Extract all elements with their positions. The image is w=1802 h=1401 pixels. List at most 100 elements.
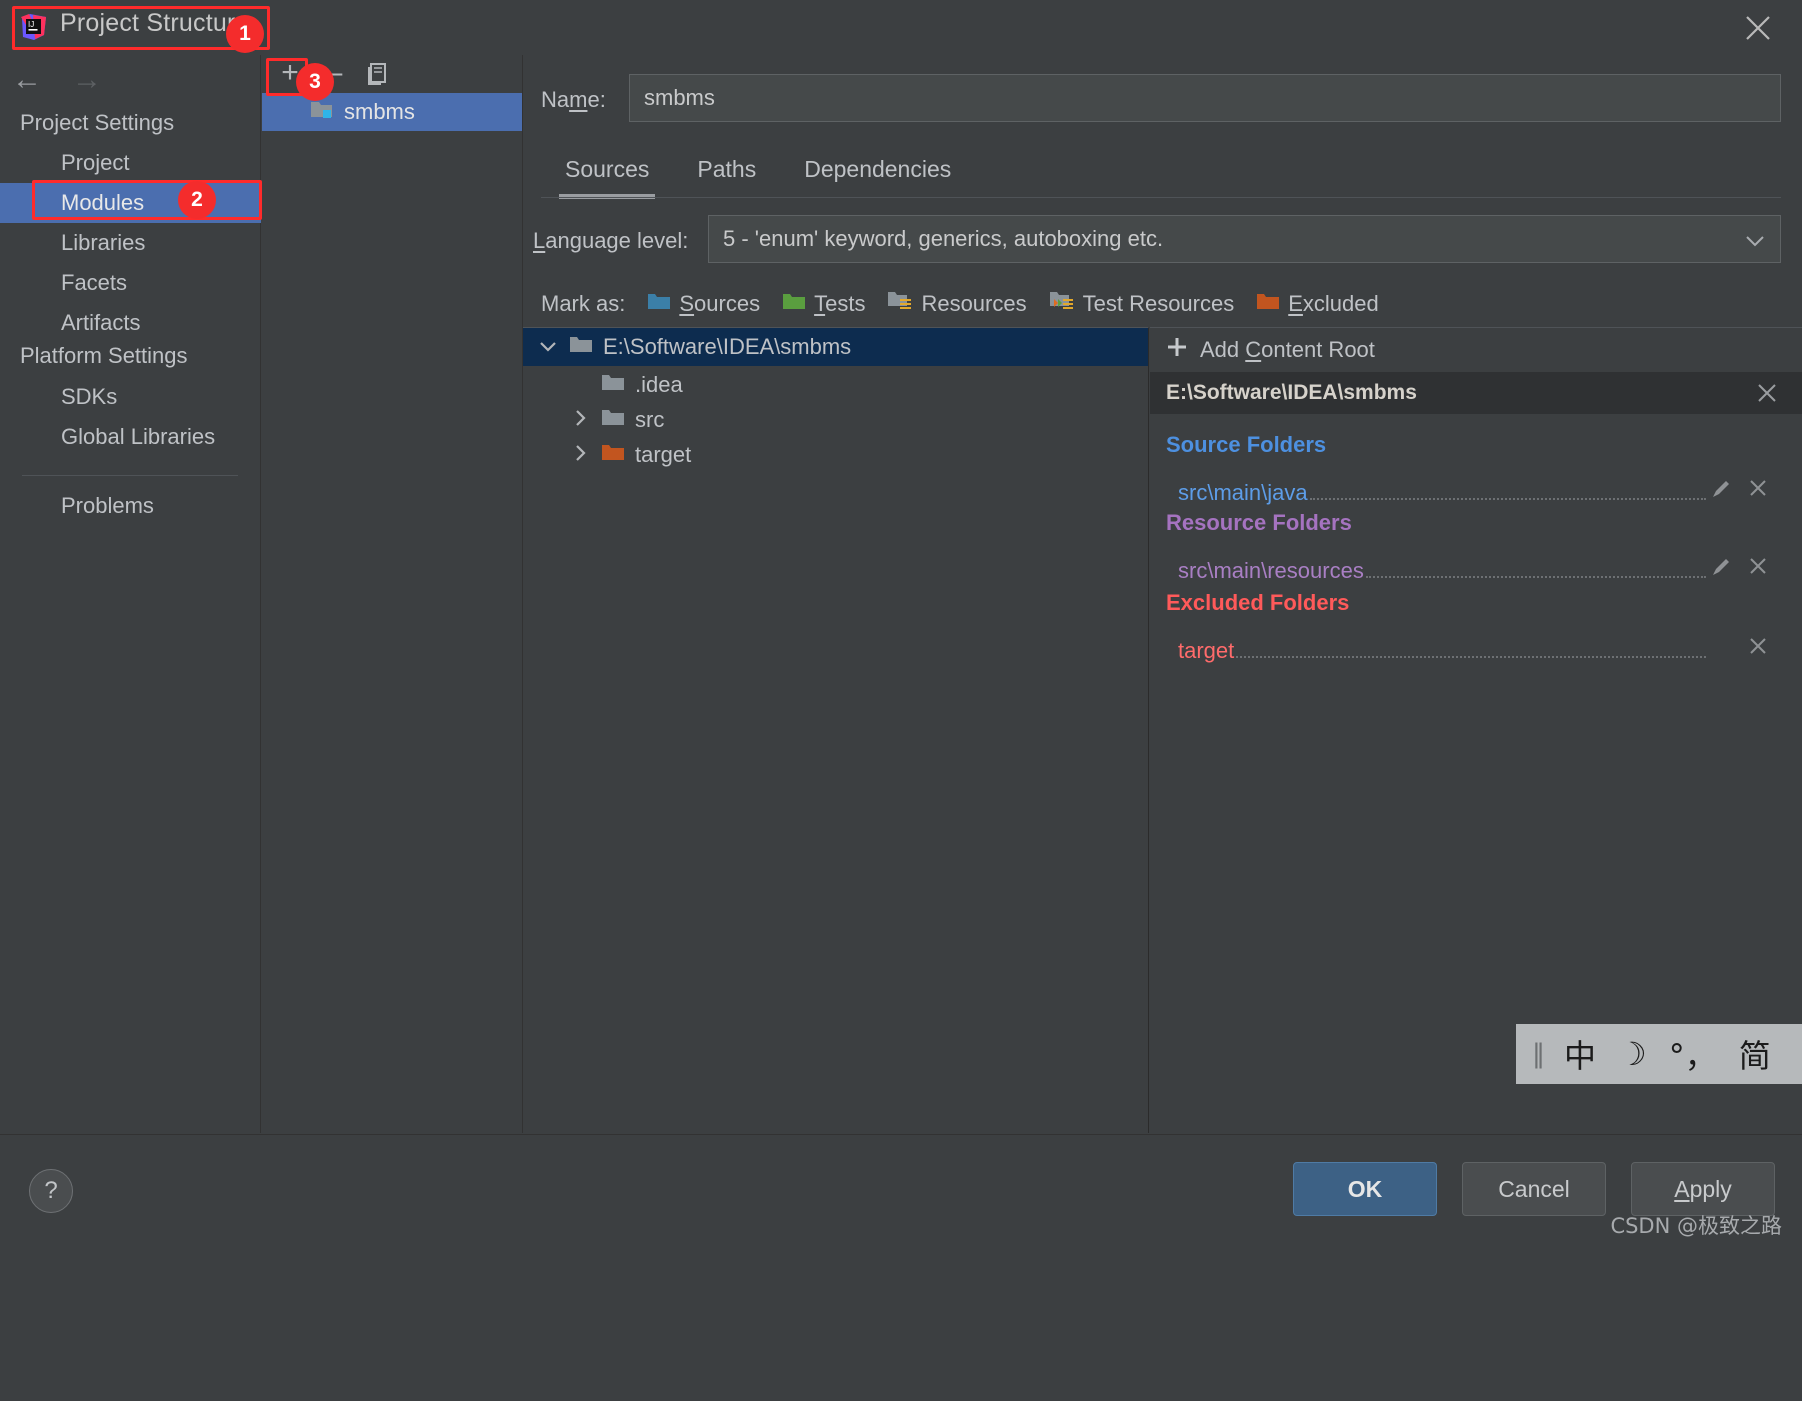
tab-divider <box>541 197 1781 198</box>
ime-drag-handle[interactable]: ‖ <box>1532 1039 1545 1069</box>
dotted-leader <box>1309 498 1706 500</box>
chevron-down-icon[interactable] <box>535 337 561 357</box>
ime-mode-toggle[interactable]: 中 <box>1564 1031 1596 1077</box>
folder-icon <box>569 334 593 360</box>
annotation-badge-1: 1 <box>226 15 264 53</box>
sidebar-item-project[interactable]: Project <box>0 143 261 183</box>
sidebar-divider <box>22 475 238 476</box>
close-icon[interactable] <box>1746 554 1770 584</box>
sidebar-item-global-libraries[interactable]: Global Libraries <box>0 417 261 457</box>
help-button[interactable]: ? <box>29 1169 73 1213</box>
module-list-item-smbms[interactable]: smbms <box>262 93 522 131</box>
arrow-right-icon[interactable]: → <box>72 65 102 95</box>
content-root-path: E:\Software\IDEA\smbms <box>1166 381 1417 404</box>
dialog-title: Project Structure <box>60 9 250 37</box>
watermark: CSDN @极致之路 <box>1610 1214 1782 1238</box>
language-level-label: Language level: <box>533 228 689 253</box>
language-level-value: 5 - 'enum' keyword, generics, autoboxing… <box>723 226 1164 251</box>
intellij-idea-logo-icon: IJ <box>20 13 48 41</box>
mark-as-resources-button[interactable]: Resources <box>887 290 1027 318</box>
sidebar-item-artifacts[interactable]: Artifacts <box>0 303 261 343</box>
content-root-tree[interactable]: E:\Software\IDEA\smbms .idea src target <box>523 327 1149 1133</box>
mark-as-sources-button[interactable]: Sources <box>647 291 760 317</box>
sidebar-item-problems[interactable]: Problems <box>0 486 261 526</box>
sidebar-item-label: Project <box>61 150 130 175</box>
svg-text:IJ: IJ <box>28 20 34 29</box>
mark-as-label: Mark as: <box>541 291 626 316</box>
folder-excluded-icon <box>1256 291 1280 317</box>
sidebar-item-label: Global Libraries <box>61 424 216 449</box>
module-name-input[interactable] <box>629 74 1781 122</box>
add-content-root-button[interactable]: Add Content Root <box>1150 328 1802 372</box>
plus-icon <box>1166 336 1188 364</box>
tree-row-content-root[interactable]: E:\Software\IDEA\smbms <box>523 328 1148 366</box>
folder-icon <box>601 372 625 398</box>
sidebar-item-libraries[interactable]: Libraries <box>0 223 261 263</box>
sidebar-item-label: Artifacts <box>61 310 141 335</box>
cancel-button[interactable]: Cancel <box>1462 1162 1606 1216</box>
chevron-right-icon[interactable] <box>567 444 593 467</box>
close-icon[interactable] <box>1754 380 1780 412</box>
section-title-source-folders: Source Folders <box>1166 432 1327 457</box>
tree-row-label: target <box>635 442 692 467</box>
tree-row-src[interactable]: src <box>523 401 1148 439</box>
sidebar-item-modules[interactable]: Modules <box>0 183 261 223</box>
excluded-folder-entry[interactable]: target <box>1178 634 1778 664</box>
tab-dependencies[interactable]: Dependencies <box>780 143 975 195</box>
annotation-badge-3: 3 <box>296 63 334 101</box>
tab-paths[interactable]: Paths <box>673 143 780 195</box>
mark-as-label-text: Tests <box>814 291 866 316</box>
ime-status-bar[interactable]: ‖ 中 ☽ °， 简 <box>1516 1024 1802 1084</box>
ime-script-toggle[interactable]: 简 <box>1739 1031 1771 1077</box>
copy-icon[interactable] <box>362 59 392 89</box>
mark-as-test-resources-button[interactable]: Test Resources <box>1049 290 1235 318</box>
tree-row-target[interactable]: target <box>523 436 1148 474</box>
mark-as-label-text: Resources <box>921 291 1027 316</box>
module-tabs: Sources Paths Dependencies <box>541 143 975 199</box>
mark-as-excluded-button[interactable]: Excluded <box>1256 291 1379 317</box>
mark-as-tests-button[interactable]: Tests <box>782 291 865 317</box>
module-label: smbms <box>344 99 415 124</box>
module-name-label: Name: <box>541 87 606 112</box>
content-root-header: E:\Software\IDEA\smbms <box>1150 372 1802 414</box>
pencil-icon[interactable] <box>1710 478 1732 506</box>
folder-excluded-icon <box>601 442 625 468</box>
modules-panel: + – smbms <box>262 55 523 1133</box>
sidebar-item-facets[interactable]: Facets <box>0 263 261 303</box>
sidebar-item-label: Modules <box>61 190 145 215</box>
resource-folder-entry[interactable]: src\main\resources <box>1178 554 1778 584</box>
tab-sources[interactable]: Sources <box>541 143 673 199</box>
close-icon[interactable] <box>1742 12 1774 44</box>
chevron-right-icon[interactable] <box>567 409 593 432</box>
ok-button[interactable]: OK <box>1293 1162 1437 1216</box>
sidebar-group-project-settings: Project Settings <box>20 110 175 135</box>
mark-as-label-text: Excluded <box>1288 291 1379 316</box>
language-level-row: Language level: 5 - 'enum' keyword, gene… <box>523 215 1802 269</box>
arrow-left-icon[interactable]: ← <box>12 65 42 95</box>
language-level-select[interactable]: 5 - 'enum' keyword, generics, autoboxing… <box>708 215 1781 263</box>
dotted-leader <box>1365 576 1706 578</box>
excluded-folder-path: target <box>1178 638 1235 663</box>
ime-shape-toggle[interactable]: ☽ <box>1618 1035 1647 1073</box>
source-folder-path: src\main\java <box>1178 480 1308 505</box>
dialog-footer: ? OK Cancel Apply CSDN @极致之路 <box>0 1134 1802 1401</box>
section-title-excluded-folders: Excluded Folders <box>1166 590 1350 615</box>
sidebar-item-sdks[interactable]: SDKs <box>0 377 261 417</box>
tree-row-label: .idea <box>635 372 683 397</box>
folder-tests-icon <box>782 291 806 317</box>
apply-button[interactable]: Apply <box>1631 1162 1775 1216</box>
close-icon[interactable] <box>1746 476 1770 506</box>
folder-icon <box>601 407 625 433</box>
title-bar: IJ Project Structure <box>0 0 1802 55</box>
source-folder-entry[interactable]: src\main\java <box>1178 476 1778 506</box>
mark-as-label-text: Test Resources <box>1082 291 1235 316</box>
module-icon <box>310 98 334 126</box>
tree-row-label: src <box>635 407 665 432</box>
chevron-down-icon <box>1746 234 1764 250</box>
pencil-icon[interactable] <box>1710 556 1732 584</box>
content-root-details-panel: Add Content Root E:\Software\IDEA\smbms … <box>1150 327 1802 1133</box>
tree-row-idea[interactable]: .idea <box>523 366 1148 404</box>
close-icon[interactable] <box>1746 634 1770 664</box>
resource-folder-path: src\main\resources <box>1178 558 1364 583</box>
ime-punctuation-toggle[interactable]: °， <box>1669 1031 1717 1077</box>
